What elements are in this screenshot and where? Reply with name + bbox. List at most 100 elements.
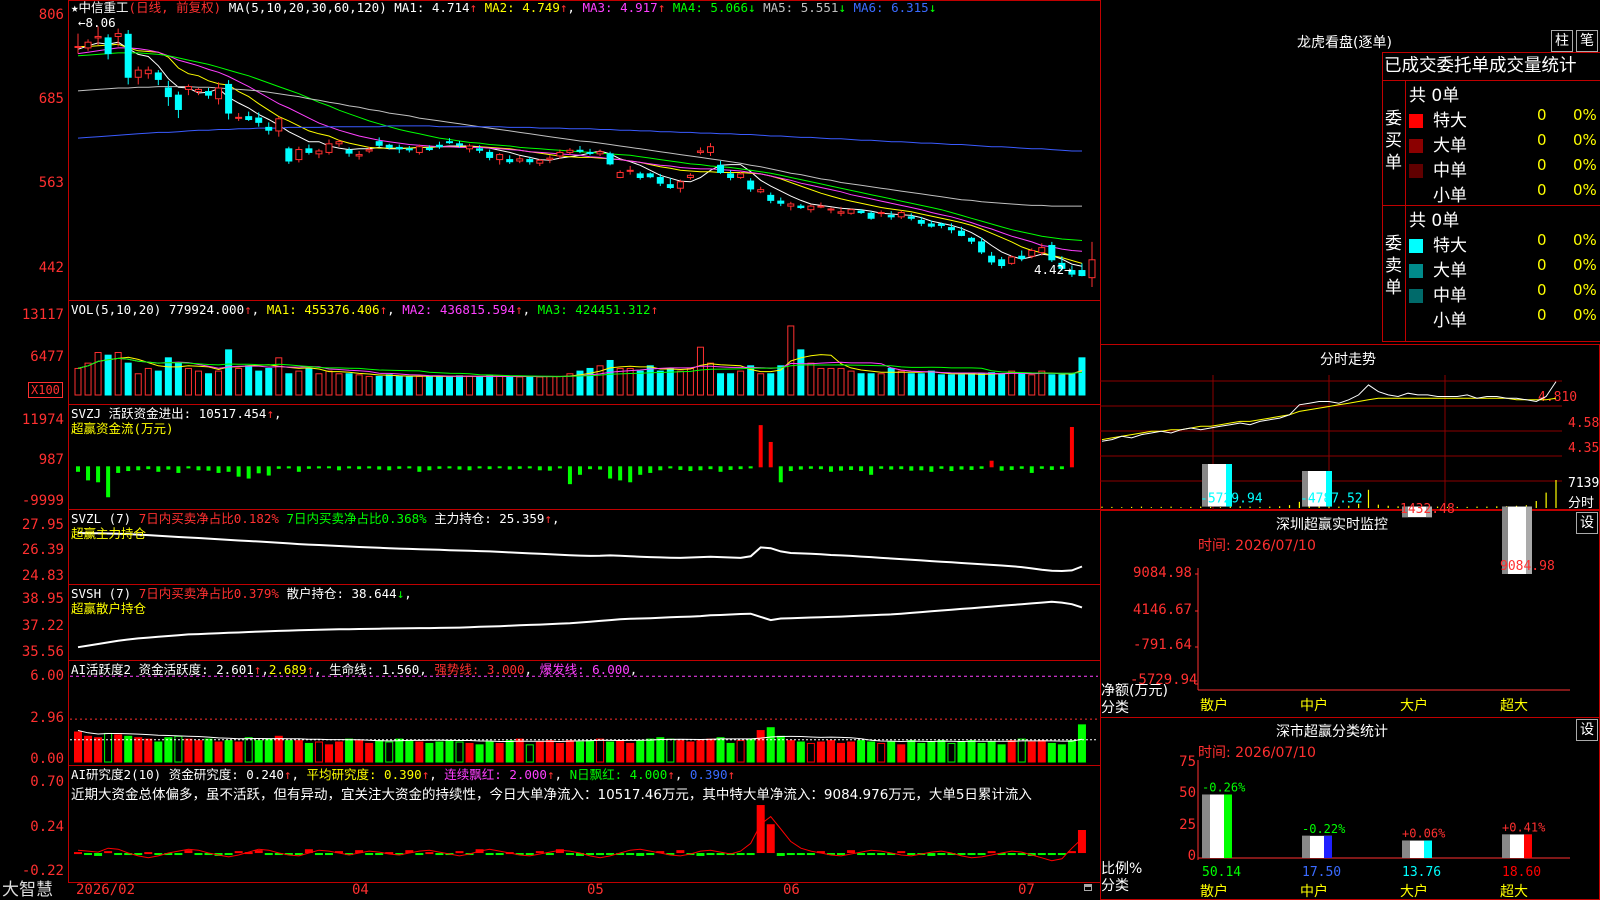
candle-body <box>737 173 745 178</box>
activity-bar <box>445 740 454 763</box>
ai-research-header: AI研究度2(10) 资金研究度: 0.240↑, 平均研究度: 0.390↑,… <box>71 767 736 782</box>
candle-body <box>706 146 714 153</box>
legend-swatch <box>1409 239 1423 253</box>
candle-body <box>757 189 765 193</box>
volume-bar <box>315 373 323 396</box>
ma-line-MA2 <box>78 43 1083 264</box>
favorite-star-icon[interactable]: ★ <box>71 0 79 15</box>
svsh-ytick: 37.22 <box>21 618 64 634</box>
activity-bar <box>234 741 243 763</box>
row-name: 大单 <box>1433 136 1467 156</box>
candle-body <box>1028 249 1036 257</box>
activity-bar <box>565 740 574 763</box>
row-percent: 0% <box>1573 306 1597 324</box>
candle-body <box>927 223 935 227</box>
research-bar <box>84 853 93 856</box>
volume-bar <box>867 373 875 396</box>
activity-bar <box>626 742 635 763</box>
high-price-label: ←8.06 <box>78 15 116 30</box>
candle-body <box>998 259 1006 267</box>
research-bar <box>114 853 123 856</box>
volume-unit-badge[interactable]: X100 <box>28 382 63 398</box>
volume-bar <box>104 354 112 396</box>
research-bar <box>254 850 263 854</box>
volume-bar <box>526 375 534 396</box>
research-bar <box>776 853 785 856</box>
candle-body <box>968 237 976 242</box>
volume-bar <box>626 367 634 396</box>
fund-flow-bar <box>316 466 321 469</box>
volume-bar <box>857 373 865 396</box>
volume-bar <box>486 375 494 396</box>
candle-body <box>988 255 996 263</box>
candle-body <box>1078 270 1086 277</box>
research-bar <box>1057 853 1066 856</box>
candle-body <box>546 157 554 161</box>
volume-bar <box>476 376 484 396</box>
stat-change-label: +0.06% <box>1402 827 1446 841</box>
candle-body <box>325 143 333 153</box>
lock-icon[interactable] <box>1084 884 1092 891</box>
svzl-header: SVZL (7) 7日内买卖净占比0.182% 7日内买卖净占比0.368% 主… <box>71 511 560 526</box>
monitor-bar-label: 9084.98 <box>1500 559 1555 574</box>
fund-flow-bar <box>276 466 281 469</box>
stat-category-label: 中户 <box>1300 883 1328 900</box>
candle-body <box>867 212 875 219</box>
candle-body <box>164 87 172 98</box>
fund-flow-bar <box>166 466 171 470</box>
ai-research-comment: 近期大资金总体偏多，虽不活跃，但有异动，宜关注大资金的持续性，今日大单净流入：1… <box>71 787 1032 803</box>
sell-row: 特大 0 0% <box>1409 231 1599 256</box>
fund-flow-bar <box>477 466 482 469</box>
row-percent: 0% <box>1573 131 1597 149</box>
candle-body <box>566 149 574 153</box>
fund-flow-bar <box>718 466 723 472</box>
volume-bar <box>817 367 825 396</box>
candle-body <box>917 219 925 224</box>
volume-bar <box>727 373 735 396</box>
separator: , <box>567 0 575 15</box>
activity-bar <box>1057 744 1066 763</box>
candle-body <box>194 88 202 93</box>
svzl-ytick: 27.95 <box>21 517 64 533</box>
fund-flow-bar <box>1039 466 1044 469</box>
research-bar <box>435 853 444 856</box>
ai-activity-ytick: 6.00 <box>30 668 64 684</box>
fund-flow-bar <box>447 466 452 469</box>
candle-body <box>94 35 102 39</box>
fund-flow-bar <box>176 466 181 473</box>
volume-bar <box>395 375 403 396</box>
activity-bar <box>345 738 354 763</box>
volume-ytick: 6477 <box>30 349 64 365</box>
activity-bar <box>415 741 424 763</box>
svzj-ytick: 11974 <box>21 412 64 428</box>
candle-body <box>466 145 474 150</box>
chart-canvas[interactable] <box>0 0 1100 900</box>
activity-bar <box>335 741 344 763</box>
stat-change-label: +0.41% <box>1502 820 1546 834</box>
volume-bar <box>1008 370 1016 396</box>
research-bar <box>626 853 635 856</box>
fund-flow-bar <box>708 466 713 470</box>
candle-body <box>114 33 122 37</box>
research-bar <box>927 853 936 856</box>
fund-flow-bar <box>457 466 462 470</box>
activity-bar <box>355 740 364 763</box>
fund-flow-bar <box>969 466 974 470</box>
research-bar <box>194 853 203 856</box>
activity-bar <box>324 744 333 763</box>
activity-bar <box>515 738 524 763</box>
fund-flow-bar <box>979 466 984 469</box>
candle-body <box>154 72 162 80</box>
chart-mode[interactable]: (日线, 前复权) <box>129 0 222 15</box>
fund-flow-bar <box>658 466 663 471</box>
research-bar <box>877 853 886 856</box>
volume-bar <box>737 370 745 396</box>
fund-flow-bar <box>306 466 311 469</box>
monitor-category-label: 大户 <box>1400 697 1428 714</box>
volume-bar <box>466 375 474 396</box>
research-bar <box>766 824 775 854</box>
fund-flow-bar <box>216 466 221 473</box>
volume-bar <box>1018 373 1026 396</box>
candle-body <box>235 116 243 119</box>
activity-bar <box>786 740 795 763</box>
